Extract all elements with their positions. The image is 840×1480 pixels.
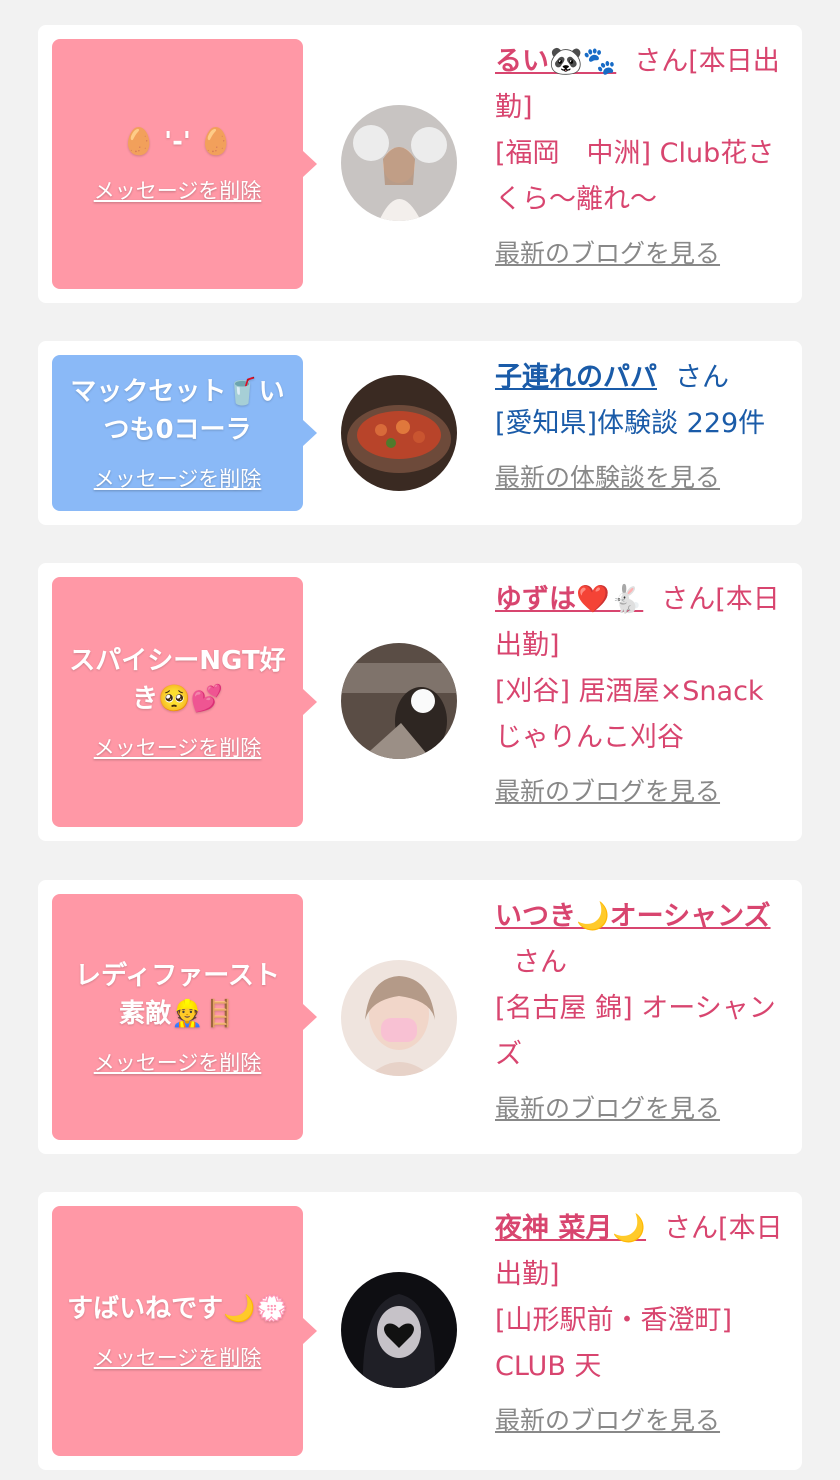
honorific-label: さん [664, 1213, 719, 1244]
avatar[interactable] [341, 960, 457, 1076]
list-item: すばいねです🌙💮 メッセージを削除 夜神 菜月🌙 さん[本日出勤] [山形駅前・香… [38, 1192, 802, 1470]
latest-blog-link[interactable]: 最新のブログを見る [495, 231, 795, 277]
message-list: 🥚 '-' 🥚 メッセージを削除 るい🐼🐾 さん[本日出勤] [福岡 中洲] Cl… [0, 0, 840, 1480]
message-bubble: 🥚 '-' 🥚 メッセージを削除 [52, 39, 317, 289]
shop-label: [山形駅前・香澄町] CLUB 天 [495, 1305, 733, 1382]
list-item: 🥚 '-' 🥚 メッセージを削除 るい🐼🐾 さん[本日出勤] [福岡 中洲] Cl… [38, 25, 802, 303]
shop-label: [刈谷] 居酒屋×Snack じゃりんこ刈谷 [495, 676, 764, 753]
message-text: マックセット🥤いつも0コーラ [70, 377, 285, 445]
list-item: レディファースト素敵👷🪜 メッセージを削除 いつき🌙オーシャンズさん [名古屋 … [38, 880, 802, 1154]
user-name-link[interactable]: 子連れのパパ [495, 362, 657, 393]
message-text: レディファースト素敵👷🪜 [75, 961, 280, 1029]
shop-label: [名古屋 錦] オーシャンズ [495, 993, 776, 1070]
shop-label: [福岡 中洲] Club花さくら〜離れ〜 [495, 138, 775, 215]
cast-name-link[interactable]: ゆずは❤️🐇 [495, 584, 643, 615]
review-count-label: [愛知県]体験談 229件 [495, 408, 766, 439]
cast-name-link[interactable]: 夜神 菜月🌙 [495, 1213, 646, 1244]
bubble-tail [303, 420, 317, 446]
delete-message-link[interactable]: メッセージを削除 [94, 732, 262, 762]
honorific-label: さん [634, 46, 689, 77]
message-bubble: レディファースト素敵👷🪜 メッセージを削除 [52, 894, 317, 1140]
list-item: マックセット🥤いつも0コーラ メッセージを削除 子連れのパパ さん [愛知県]体験… [38, 341, 802, 525]
delete-message-link[interactable]: メッセージを削除 [94, 1047, 262, 1077]
user-info: 子連れのパパ さん [愛知県]体験談 229件 最新の体験談を見る [495, 355, 795, 501]
message-text: スパイシーNGT好き🥺💕 [69, 646, 286, 714]
bubble-tail [303, 1004, 317, 1030]
cast-name-link[interactable]: いつき🌙オーシャンズ [495, 901, 771, 932]
cast-info: るい🐼🐾 さん[本日出勤] [福岡 中洲] Club花さくら〜離れ〜 最新のブログ… [495, 39, 795, 277]
delete-message-link[interactable]: メッセージを削除 [94, 463, 262, 493]
cast-name-link[interactable]: るい🐼🐾 [495, 46, 616, 77]
cast-info: 夜神 菜月🌙 さん[本日出勤] [山形駅前・香澄町] CLUB 天 最新のブログを… [495, 1206, 795, 1444]
delete-message-link[interactable]: メッセージを削除 [94, 1342, 262, 1372]
cast-info: ゆずは❤️🐇 さん[本日出勤] [刈谷] 居酒屋×Snack じゃりんこ刈谷 最新… [495, 577, 795, 815]
latest-review-link[interactable]: 最新の体験談を見る [495, 455, 795, 501]
bubble-tail [303, 1318, 317, 1344]
message-text: すばいねです🌙💮 [67, 1294, 288, 1324]
message-bubble: すばいねです🌙💮 メッセージを削除 [52, 1206, 317, 1456]
cast-info: いつき🌙オーシャンズさん [名古屋 錦] オーシャンズ 最新のブログを見る [495, 894, 795, 1132]
honorific-label: さん [675, 362, 729, 393]
message-bubble: マックセット🥤いつも0コーラ メッセージを削除 [52, 355, 317, 511]
avatar[interactable] [341, 375, 457, 491]
latest-blog-link[interactable]: 最新のブログを見る [495, 769, 795, 815]
honorific-label: さん [513, 947, 567, 978]
delete-message-link[interactable]: メッセージを削除 [94, 175, 262, 205]
latest-blog-link[interactable]: 最新のブログを見る [495, 1086, 795, 1132]
bubble-tail [303, 151, 317, 177]
honorific-label: さん [661, 584, 716, 615]
list-item: スパイシーNGT好き🥺💕 メッセージを削除 ゆずは❤️🐇 さん[本日出勤] [刈谷… [38, 563, 802, 841]
latest-blog-link[interactable]: 最新のブログを見る [495, 1398, 795, 1444]
message-text: 🥚 '-' 🥚 [122, 127, 233, 157]
bubble-tail [303, 689, 317, 715]
avatar[interactable] [341, 1272, 457, 1388]
avatar[interactable] [341, 643, 457, 759]
avatar[interactable] [341, 105, 457, 221]
message-bubble: スパイシーNGT好き🥺💕 メッセージを削除 [52, 577, 317, 827]
